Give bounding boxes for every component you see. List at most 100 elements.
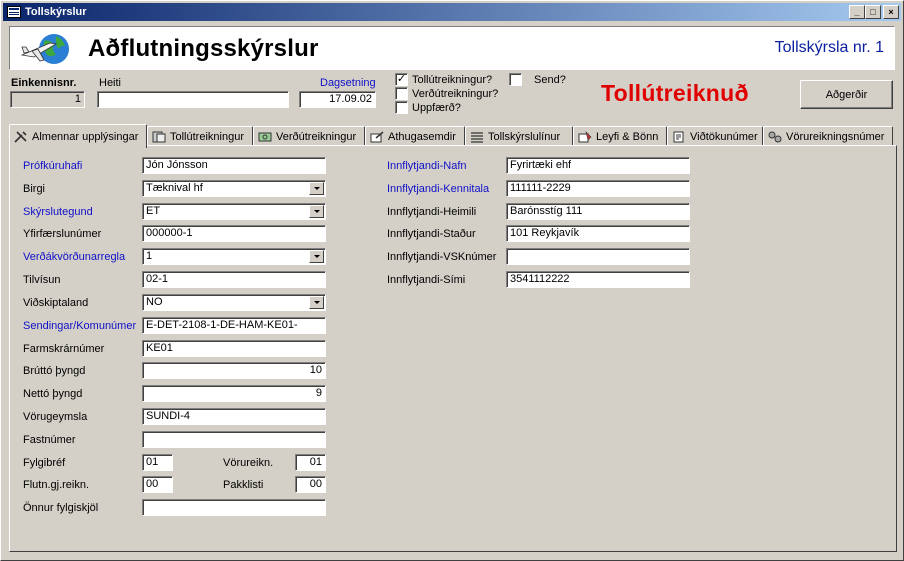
- tab-label: Viðtökunúmer: [690, 130, 758, 143]
- birgi-value: Tæknival hf: [146, 182, 203, 194]
- skyrslutegund-label: Skýrslutegund: [23, 206, 93, 218]
- farmskrarnumer-label: Farmskrárnúmer: [23, 343, 105, 355]
- title-bar[interactable]: Tollskýrslur _ □ ×: [3, 3, 901, 21]
- tab-vorureikningsnumer[interactable]: Vörureikningsnúmer: [763, 126, 893, 146]
- vorureikn-field[interactable]: 01: [295, 454, 326, 471]
- tab-strip: Almennar upplýsingar Tollútreikningur Ve…: [9, 124, 899, 148]
- nafn-field[interactable]: Fyrirtæki ehf: [506, 157, 690, 174]
- fylgibref-field[interactable]: 01: [142, 454, 173, 471]
- onnur-field[interactable]: [142, 499, 326, 516]
- tilvisun-field[interactable]: 02-1: [142, 271, 326, 288]
- verdutreikningur-label: Verðútreikningur?: [412, 88, 499, 100]
- birgi-label: Birgi: [23, 183, 46, 195]
- sendingar-field[interactable]: E-DET-2108-1-DE-HAM-KE01-: [142, 317, 326, 334]
- header-banner: Aðflutningsskýrslur Tollskýrsla nr. 1: [9, 26, 895, 70]
- pakklisti-label: Pakklisti: [223, 479, 264, 491]
- nafn-label: Innflytjandi-Nafn: [387, 160, 467, 172]
- verdakvordunarregla-label: Verðákvörðunarregla: [23, 251, 126, 263]
- receipt-icon: [673, 131, 684, 142]
- report-number: Tollskýrsla nr. 1: [774, 39, 884, 56]
- verdutreikningur-checkbox[interactable]: [395, 87, 408, 100]
- onnur-label: Önnur fylgiskjöl: [23, 502, 99, 514]
- tab-verdutreikningur[interactable]: Verðútreikningur: [253, 126, 365, 146]
- brutto-field[interactable]: 10: [142, 362, 326, 379]
- chevron-down-icon[interactable]: [309, 182, 324, 195]
- tab-label: Leyfi & Bönn: [596, 130, 659, 143]
- heiti-label: Heiti: [99, 77, 122, 89]
- skyrslutegund-value: ET: [146, 205, 161, 217]
- simi-field[interactable]: 3541112222: [506, 271, 690, 288]
- chevron-down-icon[interactable]: [309, 205, 324, 218]
- vsknumer-field[interactable]: [506, 248, 690, 265]
- yfirfaerslunumer-label: Yfirfærslunúmer: [23, 228, 102, 240]
- close-button[interactable]: ×: [883, 5, 899, 19]
- calculator-icon: [152, 131, 166, 142]
- tollutreikningur-checkbox[interactable]: ✓: [395, 73, 408, 86]
- brutto-label: Brúttó þyngd: [23, 365, 86, 377]
- vidskiptaland-label: Viðskiptaland: [23, 297, 89, 309]
- stadur-field[interactable]: 101 Reykjavík: [506, 225, 690, 242]
- chevron-down-icon[interactable]: [309, 250, 324, 263]
- invoice-icon: [768, 131, 782, 142]
- tab-tollskyrslulinur[interactable]: Tollskýrslulínur: [465, 126, 573, 146]
- send-checkbox[interactable]: [509, 73, 522, 86]
- tab-athugasemdir[interactable]: Athugasemdir: [365, 126, 465, 146]
- minimize-button[interactable]: _: [849, 5, 865, 19]
- dagsetning-field[interactable]: 17.09.02: [299, 91, 376, 108]
- form-icon: [7, 6, 21, 18]
- uppfaerd-checkbox[interactable]: [395, 101, 408, 114]
- adgerdir-button[interactable]: Aðgerðir: [800, 80, 893, 109]
- heiti-input[interactable]: [97, 91, 289, 108]
- tab-almennar[interactable]: Almennar upplýsingar: [9, 124, 147, 148]
- simi-label: Innflytjandi-Sími: [387, 274, 466, 286]
- profkuruhafi-field[interactable]: Jón Jónsson: [142, 157, 326, 174]
- netto-label: Nettó þyngd: [23, 388, 83, 400]
- main-window: Tollskýrslur _ □ × Aðflutningsskýrslur T…: [0, 0, 904, 561]
- list-icon: [471, 131, 483, 143]
- tab-label: Athugasemdir: [388, 130, 456, 143]
- uppfaerd-label: Uppfærð?: [412, 102, 461, 114]
- flutn-field[interactable]: 00: [142, 476, 173, 493]
- money-icon: [258, 132, 272, 141]
- profkuruhafi-label: Prófkúruhafi: [23, 160, 83, 172]
- tab-label: Almennar upplýsingar: [32, 130, 139, 143]
- netto-field[interactable]: 9: [142, 385, 326, 402]
- birgi-combo[interactable]: Tæknival hf: [142, 180, 326, 197]
- heimili-field[interactable]: Barónsstíg 111: [506, 203, 690, 220]
- vidskiptaland-combo[interactable]: NO: [142, 294, 326, 311]
- maximize-button[interactable]: □: [865, 5, 881, 19]
- pakklisti-field[interactable]: 00: [295, 476, 326, 493]
- tab-label: Verðútreikningur: [276, 130, 357, 143]
- tab-label: Tollútreikningur: [170, 130, 244, 143]
- notes-icon: [370, 130, 384, 142]
- tab-label: Tollskýrslulínur: [488, 130, 561, 143]
- tab-leyfi-bonn[interactable]: Leyfi & Bönn: [573, 126, 667, 146]
- heimili-label: Innflytjandi-Heimili: [387, 206, 477, 218]
- kennitala-label: Innflytjandi-Kennitala: [387, 183, 490, 195]
- kennitala-field[interactable]: 111111-2229: [506, 180, 690, 197]
- tools-icon: [14, 130, 27, 143]
- vorureikn-label: Vörureikn.: [223, 457, 274, 469]
- fastnumer-label: Fastnúmer: [23, 434, 76, 446]
- skyrslutegund-combo[interactable]: ET: [142, 203, 326, 220]
- tollutreikningur-label: Tollútreikningur?: [412, 74, 493, 86]
- send-label: Send?: [534, 74, 566, 86]
- permit-icon: [578, 130, 592, 142]
- yfirfaerslunumer-field[interactable]: 000000-1: [142, 225, 326, 242]
- verdakvordunarregla-value: 1: [146, 250, 153, 262]
- vorugeymsla-field[interactable]: SUNDI-4: [142, 408, 326, 425]
- tab-tollutreikningur[interactable]: Tollútreikningur: [147, 126, 253, 146]
- fastnumer-field[interactable]: [142, 431, 326, 448]
- einkennisnr-label: Einkennisnr.: [11, 77, 77, 89]
- chevron-down-icon[interactable]: [309, 296, 324, 309]
- tab-label: Vörureikningsnúmer: [786, 130, 885, 143]
- fylgibref-label: Fylgibréf: [23, 457, 66, 469]
- flutn-label: Flutn.gj.reikn.: [23, 479, 90, 491]
- vidskiptaland-value: NO: [146, 296, 163, 308]
- einkennisnr-field: 1: [10, 91, 85, 108]
- tab-vidtokunumer[interactable]: Viðtökunúmer: [667, 126, 763, 146]
- page-title: Aðflutningsskýrslur: [88, 35, 319, 62]
- vorugeymsla-label: Vörugeymsla: [23, 411, 88, 423]
- verdakvordunarregla-combo[interactable]: 1: [142, 248, 326, 265]
- farmskrarnumer-field[interactable]: KE01: [142, 340, 326, 357]
